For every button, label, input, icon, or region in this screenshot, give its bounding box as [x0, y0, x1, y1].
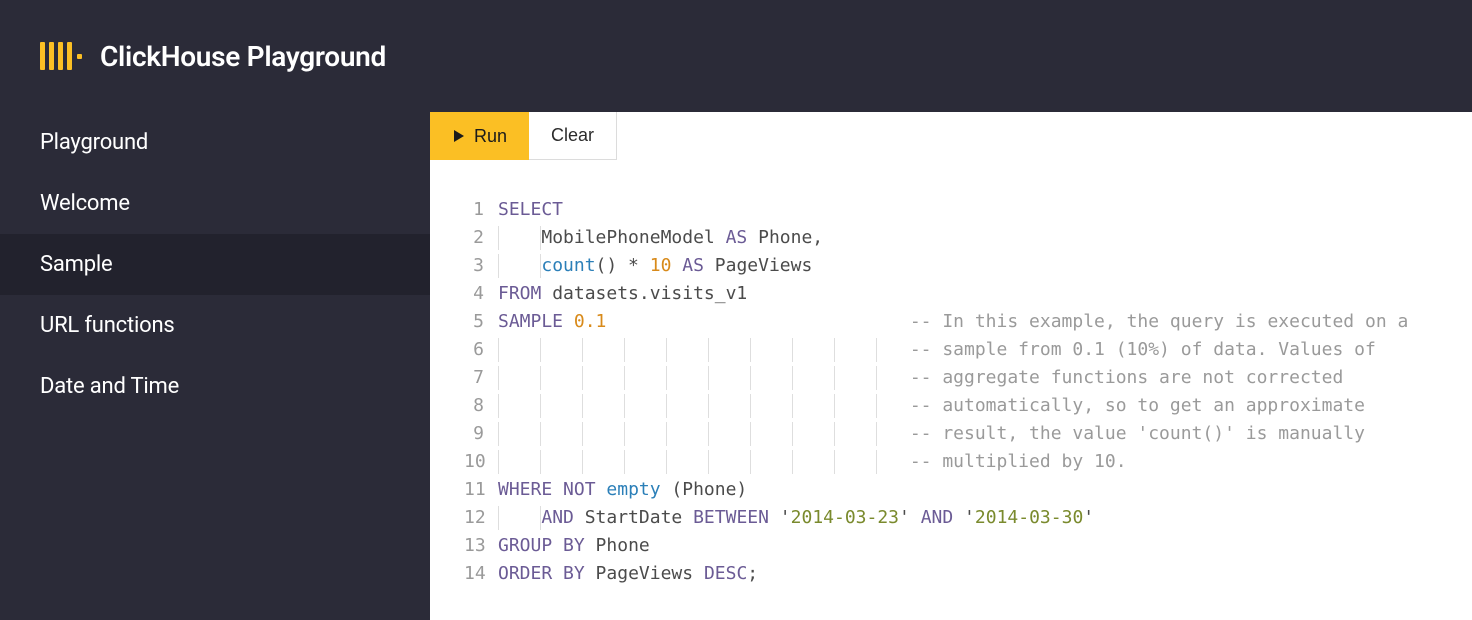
code-content[interactable]: FROM datasets.visits_v1	[498, 280, 747, 308]
code-line[interactable]: 11WHERE NOT empty (Phone)	[464, 476, 1472, 504]
code-line[interactable]: 3 count() * 10 AS PageViews	[464, 252, 1472, 280]
code-content[interactable]: SAMPLE 0.1 -- In this example, the query…	[498, 308, 1408, 336]
sidebar-item-label: Sample	[40, 252, 113, 277]
play-icon	[452, 129, 466, 143]
code-content[interactable]: -- sample from 0.1 (10%) of data. Values…	[498, 336, 1376, 364]
code-line[interactable]: 9 -- result, the value 'count()' is manu…	[464, 420, 1472, 448]
line-number: 4	[464, 280, 498, 308]
sidebar: Playground Welcome Sample URL functions Date…	[0, 112, 430, 620]
sidebar-item-sample[interactable]: Sample	[0, 234, 430, 295]
line-number: 9	[464, 420, 498, 448]
line-number: 5	[464, 308, 498, 336]
sidebar-item-label: URL functions	[40, 313, 175, 338]
code-content[interactable]: GROUP BY Phone	[498, 532, 650, 560]
line-number: 8	[464, 392, 498, 420]
line-number: 13	[464, 532, 498, 560]
code-line[interactable]: 14ORDER BY PageViews DESC;	[464, 560, 1472, 588]
app-title: ClickHouse Playground	[100, 40, 386, 73]
header: ClickHouse Playground	[0, 0, 1472, 112]
code-content[interactable]: -- multiplied by 10.	[498, 448, 1127, 476]
clear-button[interactable]: Clear	[529, 112, 617, 160]
line-number: 10	[464, 448, 498, 476]
code-content[interactable]: -- automatically, so to get an approxima…	[498, 392, 1365, 420]
logo: ClickHouse Playground	[40, 40, 386, 73]
sidebar-item-url-functions[interactable]: URL functions	[0, 295, 430, 356]
sidebar-item-label: Welcome	[40, 191, 130, 216]
toolbar: Run Clear	[430, 112, 1472, 160]
line-number: 12	[464, 504, 498, 532]
sidebar-item-label: Playground	[40, 130, 148, 155]
sidebar-item-date-and-time[interactable]: Date and Time	[0, 356, 430, 417]
line-number: 11	[464, 476, 498, 504]
code-content[interactable]: count() * 10 AS PageViews	[498, 252, 812, 280]
code-line[interactable]: 4FROM datasets.visits_v1	[464, 280, 1472, 308]
clickhouse-logo-icon	[40, 42, 82, 70]
code-content[interactable]: ORDER BY PageViews DESC;	[498, 560, 758, 588]
code-line[interactable]: 8 -- automatically, so to get an approxi…	[464, 392, 1472, 420]
code-content[interactable]: -- aggregate functions are not corrected	[498, 364, 1343, 392]
code-content[interactable]: SELECT	[498, 196, 563, 224]
code-line[interactable]: 12 AND StartDate BETWEEN '2014-03-23' AN…	[464, 504, 1472, 532]
sidebar-item-playground[interactable]: Playground	[0, 112, 430, 173]
line-number: 14	[464, 560, 498, 588]
clear-button-label: Clear	[551, 125, 594, 146]
line-number: 6	[464, 336, 498, 364]
code-line[interactable]: 1SELECT	[464, 196, 1472, 224]
line-number: 1	[464, 196, 498, 224]
sql-editor[interactable]: 1SELECT2 MobilePhoneModel AS Phone,3 cou…	[430, 160, 1472, 588]
code-line[interactable]: 7 -- aggregate functions are not correct…	[464, 364, 1472, 392]
line-number: 3	[464, 252, 498, 280]
sidebar-item-welcome[interactable]: Welcome	[0, 173, 430, 234]
code-line[interactable]: 10 -- multiplied by 10.	[464, 448, 1472, 476]
line-number: 7	[464, 364, 498, 392]
run-button-label: Run	[474, 126, 507, 147]
code-content[interactable]: MobilePhoneModel AS Phone,	[498, 224, 823, 252]
line-number: 2	[464, 224, 498, 252]
code-line[interactable]: 6 -- sample from 0.1 (10%) of data. Valu…	[464, 336, 1472, 364]
code-content[interactable]: -- result, the value 'count()' is manual…	[498, 420, 1365, 448]
main-panel: Run Clear 1SELECT2 MobilePhoneModel AS P…	[430, 112, 1472, 620]
run-button[interactable]: Run	[430, 112, 529, 160]
code-line[interactable]: 13GROUP BY Phone	[464, 532, 1472, 560]
code-content[interactable]: AND StartDate BETWEEN '2014-03-23' AND '…	[498, 504, 1094, 532]
code-content[interactable]: WHERE NOT empty (Phone)	[498, 476, 747, 504]
code-line[interactable]: 5SAMPLE 0.1 -- In this example, the quer…	[464, 308, 1472, 336]
code-line[interactable]: 2 MobilePhoneModel AS Phone,	[464, 224, 1472, 252]
sidebar-item-label: Date and Time	[40, 374, 179, 399]
